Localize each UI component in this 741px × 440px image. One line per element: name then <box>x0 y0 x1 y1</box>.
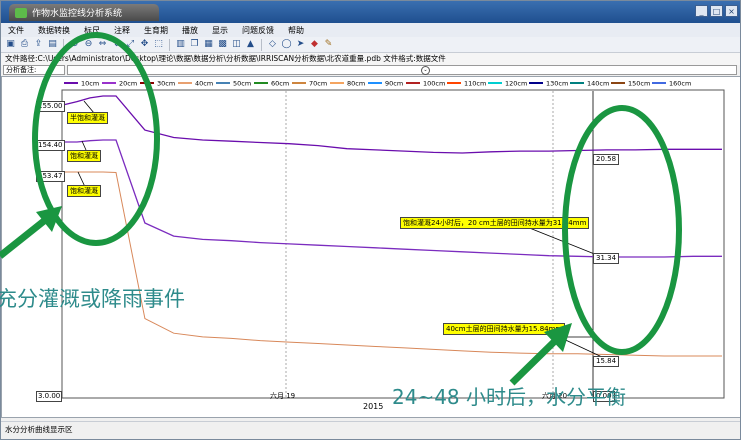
legend-label-20cm: 20cm <box>119 80 137 88</box>
menu-display[interactable]: 显示 <box>205 23 235 37</box>
value-label-31cm: 31.34 <box>593 253 620 264</box>
note-input[interactable] <box>67 65 737 75</box>
overlay-text-left: 充分灌溉或降雨事件 <box>0 287 185 311</box>
note-arrow-3 <box>521 224 603 258</box>
note-bar: 分析备注: ⌄ <box>1 65 740 75</box>
window-tab[interactable]: 作物水监控线分析系统 <box>9 4 159 21</box>
x-year-label: 2015 <box>363 402 384 411</box>
toolbar-divider <box>63 38 64 51</box>
grid-lines <box>285 91 594 398</box>
marker-icon[interactable]: ▲ <box>245 39 256 50</box>
legend-label-40cm: 40cm <box>195 80 213 88</box>
x-tick-label-1: 六月 19 <box>270 392 296 400</box>
grid-icon[interactable]: ▩ <box>217 39 228 50</box>
water-chart[interactable]: 10cm 20cm 30cm 40cm 50cm 60cm 70cm 80cm 90cm 100c… <box>2 77 741 417</box>
chart-icon[interactable]: ◫ <box>231 39 242 50</box>
app-icon <box>15 7 27 18</box>
paste-icon[interactable]: ▦ <box>203 39 214 50</box>
toolbar-divider <box>169 38 170 51</box>
menu-file[interactable]: 文件 <box>1 23 31 37</box>
toolbar: ▣ ⎙ ⇪ ▤ ⊕ ⊖ ⇔ ⇕ ⤢ ✥ ⬚ ▥ ❐ ▦ ▩ ◫ ▲ ◇ ◯ ➤ … <box>1 37 740 53</box>
menu-help[interactable]: 帮助 <box>281 23 311 37</box>
menu-play[interactable]: 播放 <box>175 23 205 37</box>
copy-icon[interactable]: ❐ <box>189 39 200 50</box>
y-label-second: 154.40 <box>36 140 65 151</box>
maximize-button[interactable]: □ <box>710 5 723 17</box>
menu-feedback[interactable]: 问题反馈 <box>235 23 281 37</box>
legend-label-90cm: 90cm <box>385 80 403 88</box>
legend-label-130cm: 130cm <box>546 80 568 88</box>
circle-icon[interactable]: ◯ <box>281 39 292 50</box>
close-button[interactable]: × <box>725 5 738 17</box>
open-icon[interactable]: ▣ <box>5 39 16 50</box>
pin-icon[interactable]: ✎ <box>323 39 334 50</box>
y-label-bottom: 3.0.00 <box>36 391 63 402</box>
pan-icon[interactable]: ✥ <box>139 39 150 50</box>
legend-label-120cm: 120cm <box>505 80 527 88</box>
legend-label-100cm: 100cm <box>423 80 445 88</box>
legend-label-150cm: 150cm <box>628 80 650 88</box>
value-label-15cm: 15.84 <box>593 356 620 367</box>
print-icon[interactable]: ⎙ <box>19 39 30 50</box>
toolbar-divider <box>261 38 262 51</box>
select-icon[interactable]: ⬚ <box>153 39 164 50</box>
note-40cm[interactable]: 40cm土层的田间持水量为15.84mm <box>443 323 566 335</box>
fit-icon[interactable]: ⤢ <box>125 39 136 50</box>
legend-label-80cm: 80cm <box>347 80 365 88</box>
menu-bar: 文件 数据转换 标尺 注释 生育期 播放 显示 问题反馈 帮助 <box>1 23 740 37</box>
window-controls: _ □ × <box>695 5 738 17</box>
legend-label-30cm: 30cm <box>157 80 175 88</box>
legend-label-50cm: 50cm <box>233 80 251 88</box>
zoom-in-icon[interactable]: ⊕ <box>69 39 80 50</box>
legend-label-70cm: 70cm <box>309 80 327 88</box>
menu-ruler[interactable]: 标尺 <box>77 23 107 37</box>
report-icon[interactable]: ▤ <box>47 39 58 50</box>
menu-annotate[interactable]: 注释 <box>107 23 137 37</box>
series-line-20cm <box>64 139 722 258</box>
zoom-x-icon[interactable]: ⇔ <box>97 39 108 50</box>
plot-area <box>61 89 725 399</box>
chevron-down-icon[interactable]: ⌄ <box>421 66 430 75</box>
export-icon[interactable]: ⇪ <box>33 39 44 50</box>
minimize-button[interactable]: _ <box>695 5 708 17</box>
file-path: 文件路径:C:\Users\Administrator\Desktop\理论\数… <box>1 53 740 65</box>
note-after-24h[interactable]: 饱和灌溉24小时后，20 cm土层的田间持水量为31.34mm <box>400 217 590 229</box>
note-label: 分析备注: <box>3 65 65 75</box>
color-icon[interactable]: ◆ <box>309 39 320 50</box>
window-title: 作物水监控线分析系统 <box>32 9 123 19</box>
value-label-20cm: 20.58 <box>593 154 620 165</box>
title-bar[interactable]: 作物水监控线分析系统 _ □ × <box>1 1 740 23</box>
app-window: 作物水监控线分析系统 _ □ × 文件 数据转换 标尺 注释 生育期 播放 显示… <box>0 0 741 440</box>
legend-label-60cm: 60cm <box>271 80 289 88</box>
menu-growth[interactable]: 生育期 <box>137 23 175 37</box>
series-line-10cm <box>63 95 722 154</box>
chart-legend: 10cm 20cm 30cm 40cm 50cm 60cm 70cm 80cm 90cm 100c… <box>64 80 691 88</box>
chart-panel[interactable]: 10cm 20cm 30cm 40cm 50cm 60cm 70cm 80cm 90cm 100c… <box>1 76 741 418</box>
legend-label-160cm: 160cm <box>669 80 691 88</box>
legend-label-110cm: 110cm <box>464 80 486 88</box>
zoom-out-icon[interactable]: ⊖ <box>83 39 94 50</box>
legend-label-10cm: 10cm <box>81 80 99 88</box>
overlay-text-right: 24~48 小时后，水分平衡 <box>392 385 627 409</box>
save-icon[interactable]: ▥ <box>175 39 186 50</box>
note-semi-saturated[interactable]: 半饱和灌溉 <box>67 112 108 124</box>
zoom-y-icon[interactable]: ⇕ <box>111 39 122 50</box>
ruler-icon[interactable]: ◇ <box>267 39 278 50</box>
menu-convert[interactable]: 数据转换 <box>31 23 77 37</box>
y-label-top: 155.00 <box>36 101 65 112</box>
y-label-third: 153.47 <box>36 171 65 182</box>
note-saturated-2[interactable]: 饱和灌溉 <box>67 185 101 197</box>
status-bar: 水分分析曲线显示区 <box>1 421 740 439</box>
series-line-40cm <box>64 171 722 357</box>
series-lines <box>63 95 722 357</box>
note-saturated[interactable]: 饱和灌溉 <box>67 150 101 162</box>
legend-label-140cm: 140cm <box>587 80 609 88</box>
arrow-icon[interactable]: ➤ <box>295 39 306 50</box>
